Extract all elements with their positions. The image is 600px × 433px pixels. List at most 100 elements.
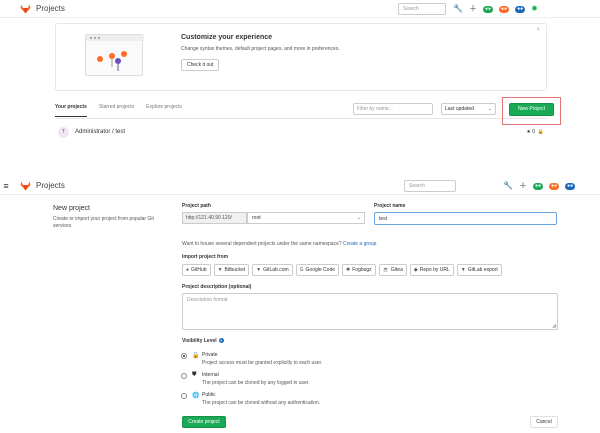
plus-icon[interactable]: ＋ xyxy=(469,5,477,13)
import-gitlab-com-button[interactable]: ▼ GitLab.com xyxy=(252,264,293,276)
description-textarea[interactable]: Description format ◢ xyxy=(182,293,558,330)
import-gitea-button[interactable]: ☕ Gitea xyxy=(378,264,407,276)
gitlab-logo-icon[interactable] xyxy=(20,181,31,191)
globe-icon: 🌐 xyxy=(192,393,200,399)
tab-explore-projects[interactable]: Explore projects xyxy=(146,104,182,117)
import-bitbucket-button[interactable]: ▼ Bitbucket xyxy=(213,264,250,276)
hamburger-menu-icon[interactable]: ≡ xyxy=(0,181,12,191)
star-count-value: 0 xyxy=(532,129,535,135)
import-gitlab-com-label: GitLab.com xyxy=(263,267,289,273)
import-gitea-label: Gitea xyxy=(390,267,403,273)
create-group-link[interactable]: Create a group xyxy=(343,241,376,247)
close-icon[interactable]: × xyxy=(536,27,540,33)
import-source-list: ● GitHub ▼ Bitbucket ▼ GitLab.com G Google C… xyxy=(182,264,502,276)
import-github-label: GitHub xyxy=(191,267,207,273)
bottom-navbar: ≡ Projects Search 🔧 ＋ ●● ●● ●● xyxy=(0,177,600,195)
radio-public[interactable] xyxy=(181,393,187,399)
import-project-label: Import project from xyxy=(182,254,229,260)
chevron-down-icon: ⌄ xyxy=(356,215,361,221)
nav-icon-group: 🔧 ＋ ●● ●● ●● ✸ xyxy=(453,5,538,13)
top-navbar: Projects Search 🔧 ＋ ●● ●● ●● ✸ xyxy=(0,0,600,18)
project-name-label: Project name xyxy=(374,203,406,209)
page-subtitle: Create or import your project from popul… xyxy=(53,216,154,229)
import-github-button[interactable]: ● GitHub xyxy=(182,264,211,276)
merge-requests-badge-icon[interactable]: ●● xyxy=(549,182,560,190)
user-avatar-icon[interactable]: ✸ xyxy=(531,5,538,13)
admin-wrench-icon[interactable]: 🔧 xyxy=(453,5,463,13)
issues-badge-icon[interactable]: ●● xyxy=(482,5,494,13)
namespace-hint-text: Want to house several dependent projects… xyxy=(182,241,342,247)
banner-subtitle: Change syntax themes, default project pa… xyxy=(181,46,340,52)
sort-dropdown[interactable]: Last updated ⌄ xyxy=(441,103,496,115)
description-label: Project description (optional) xyxy=(182,284,252,290)
visibility-label-text: Visibility Level xyxy=(182,338,217,344)
search-input[interactable]: Search xyxy=(398,3,446,15)
check-it-out-button[interactable]: Check it out xyxy=(181,59,220,71)
lock-icon: 🔒 xyxy=(537,129,544,135)
create-project-button[interactable]: Create project xyxy=(182,416,226,428)
namespace-hint: Want to house several dependent projects… xyxy=(182,241,376,247)
visibility-desc: The project can be cloned by any logged … xyxy=(202,380,310,386)
visibility-name: Private xyxy=(202,352,218,358)
visibility-desc: The project can be cloned without any au… xyxy=(202,400,321,406)
page-title: New project xyxy=(53,205,90,212)
radio-private[interactable] xyxy=(181,353,187,359)
gitea-icon: ☕ xyxy=(382,267,389,273)
issues-badge-icon[interactable]: ●● xyxy=(532,182,544,190)
lock-icon: 🔒 xyxy=(192,353,200,359)
visibility-name: Public xyxy=(202,392,216,398)
nav-icon-group: 🔧 ＋ ●● ●● ●● xyxy=(503,182,576,190)
description-placeholder: Description format xyxy=(187,297,228,303)
cancel-button[interactable]: Cancel xyxy=(530,416,558,428)
project-path-label: Project path xyxy=(182,203,211,209)
customize-banner: Customize your experience Change syntax … xyxy=(55,23,547,91)
gitlab-icon: ▼ xyxy=(256,267,262,273)
namespace-value: root xyxy=(252,215,261,221)
project-path-prefix: http://121.40.90.120/ xyxy=(182,212,247,224)
project-name-input[interactable]: test xyxy=(374,212,557,225)
tab-starred-projects[interactable]: Starred projects xyxy=(99,104,134,117)
project-name-link[interactable]: Administrator / test xyxy=(75,129,125,135)
banner-title: Customize your experience xyxy=(181,34,273,41)
tabs-divider xyxy=(55,118,547,119)
filter-by-name-input[interactable]: Filter by name... xyxy=(353,103,433,115)
google-icon: G xyxy=(299,267,304,273)
visibility-name: Internal xyxy=(202,372,219,378)
project-tabs: Your projects Starred projects Explore p… xyxy=(55,104,182,117)
import-repo-url-button[interactable]: ◆ Repo by URL xyxy=(409,264,454,276)
merge-requests-badge-icon[interactable]: ●● xyxy=(499,5,510,13)
project-avatar: T xyxy=(58,127,69,138)
gitlab-logo-icon[interactable] xyxy=(20,4,31,14)
banner-illustration-icon xyxy=(85,34,144,76)
todos-badge-icon[interactable]: ●● xyxy=(515,5,526,13)
admin-wrench-icon[interactable]: 🔧 xyxy=(503,182,513,190)
sort-value: Last updated xyxy=(445,106,474,112)
nav-title[interactable]: Projects xyxy=(36,181,65,190)
star-icon: ★ xyxy=(526,129,531,135)
namespace-select[interactable]: root ⌄ xyxy=(247,212,365,224)
nav-title[interactable]: Projects xyxy=(36,4,65,13)
bug-icon: ✱ xyxy=(346,267,351,273)
git-icon: ◆ xyxy=(413,267,418,273)
import-repo-url-label: Repo by URL xyxy=(419,267,450,273)
chevron-down-icon: ⌄ xyxy=(487,106,492,112)
star-count: ★ 0 xyxy=(526,129,535,135)
visibility-desc: Project access must be granted explicitl… xyxy=(202,360,323,366)
import-gitlab-export-label: GitLab export xyxy=(467,267,498,273)
bitbucket-icon: ▼ xyxy=(217,267,223,273)
search-input[interactable]: Search xyxy=(404,180,456,192)
visibility-label: Visibility Level? xyxy=(182,338,224,344)
plus-icon[interactable]: ＋ xyxy=(519,182,527,190)
new-project-button[interactable]: New Project xyxy=(509,103,554,116)
radio-internal[interactable] xyxy=(181,373,187,379)
info-icon[interactable]: ? xyxy=(218,338,224,344)
import-gitlab-export-button[interactable]: ▼ GitLab export xyxy=(456,264,502,276)
import-fogbugz-button[interactable]: ✱ Fogbugz xyxy=(342,264,376,276)
todos-badge-icon[interactable]: ●● xyxy=(565,182,576,190)
tab-your-projects[interactable]: Your projects xyxy=(55,104,87,117)
resize-grip-icon[interactable]: ◢ xyxy=(552,323,556,329)
import-fogbugz-label: Fogbugz xyxy=(352,267,372,273)
project-row[interactable]: T Administrator / test ★ 0 🔒 xyxy=(55,127,547,141)
shield-icon: ⛊ xyxy=(192,372,197,378)
import-google-code-button[interactable]: G Google Code xyxy=(295,264,340,276)
